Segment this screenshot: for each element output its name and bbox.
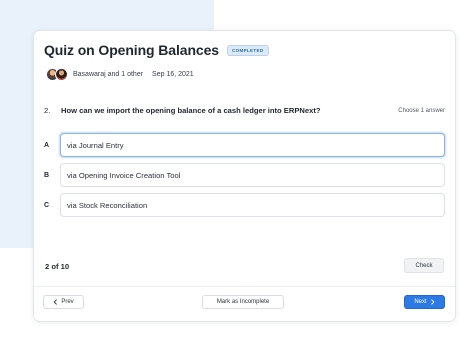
footer-divider (34, 286, 455, 287)
question-progress: 2 of 10 (45, 262, 70, 271)
avatar (55, 68, 68, 81)
option-c-box[interactable]: via Stock Reconciliation (60, 193, 445, 217)
next-button-label: Next (414, 299, 427, 305)
mark-incomplete-button[interactable]: Mark as Incomplete (202, 295, 284, 309)
status-badge: COMPLETED (226, 44, 269, 56)
option-letter: B (44, 171, 50, 179)
quiz-card: Quiz on Opening Balances COMPLETED Basaw… (33, 30, 456, 322)
option-label: via Stock Reconciliation (67, 200, 148, 210)
chevron-left-icon (53, 299, 58, 305)
option-c[interactable]: C via Stock Reconciliation (44, 192, 445, 218)
option-letter: C (44, 201, 50, 209)
mark-incomplete-label: Mark as Incomplete (216, 299, 270, 305)
question-text: How can we import the opening balance of… (61, 106, 321, 115)
quiz-header: Quiz on Opening Balances COMPLETED (44, 42, 269, 58)
next-button[interactable]: Next (404, 295, 445, 309)
option-label: via Journal Entry (67, 140, 124, 150)
prev-button[interactable]: Prev (43, 295, 84, 309)
check-button[interactable]: Check (404, 258, 444, 273)
quiz-title: Quiz on Opening Balances (44, 42, 219, 58)
option-b[interactable]: B via Opening Invoice Creation Tool (44, 162, 445, 188)
question-header: 2. How can we import the opening balance… (44, 106, 445, 115)
quiz-date: Sep 16, 2021 (152, 71, 194, 78)
check-button-label: Check (415, 262, 433, 269)
quiz-authors: Basawaraj and 1 other (73, 71, 144, 78)
prev-button-label: Prev (61, 299, 74, 305)
option-letter: A (44, 141, 50, 149)
option-a[interactable]: A via Journal Entry (44, 132, 445, 158)
option-a-box[interactable]: via Journal Entry (60, 133, 445, 157)
question-number: 2. (44, 106, 51, 115)
answer-hint: Choose 1 answer (398, 107, 445, 114)
option-b-box[interactable]: via Opening Invoice Creation Tool (60, 163, 445, 187)
chevron-right-icon (430, 299, 435, 305)
author-avatars (46, 68, 68, 81)
quiz-meta: Basawaraj and 1 other Sep 16, 2021 (46, 68, 194, 81)
option-label: via Opening Invoice Creation Tool (67, 170, 181, 180)
